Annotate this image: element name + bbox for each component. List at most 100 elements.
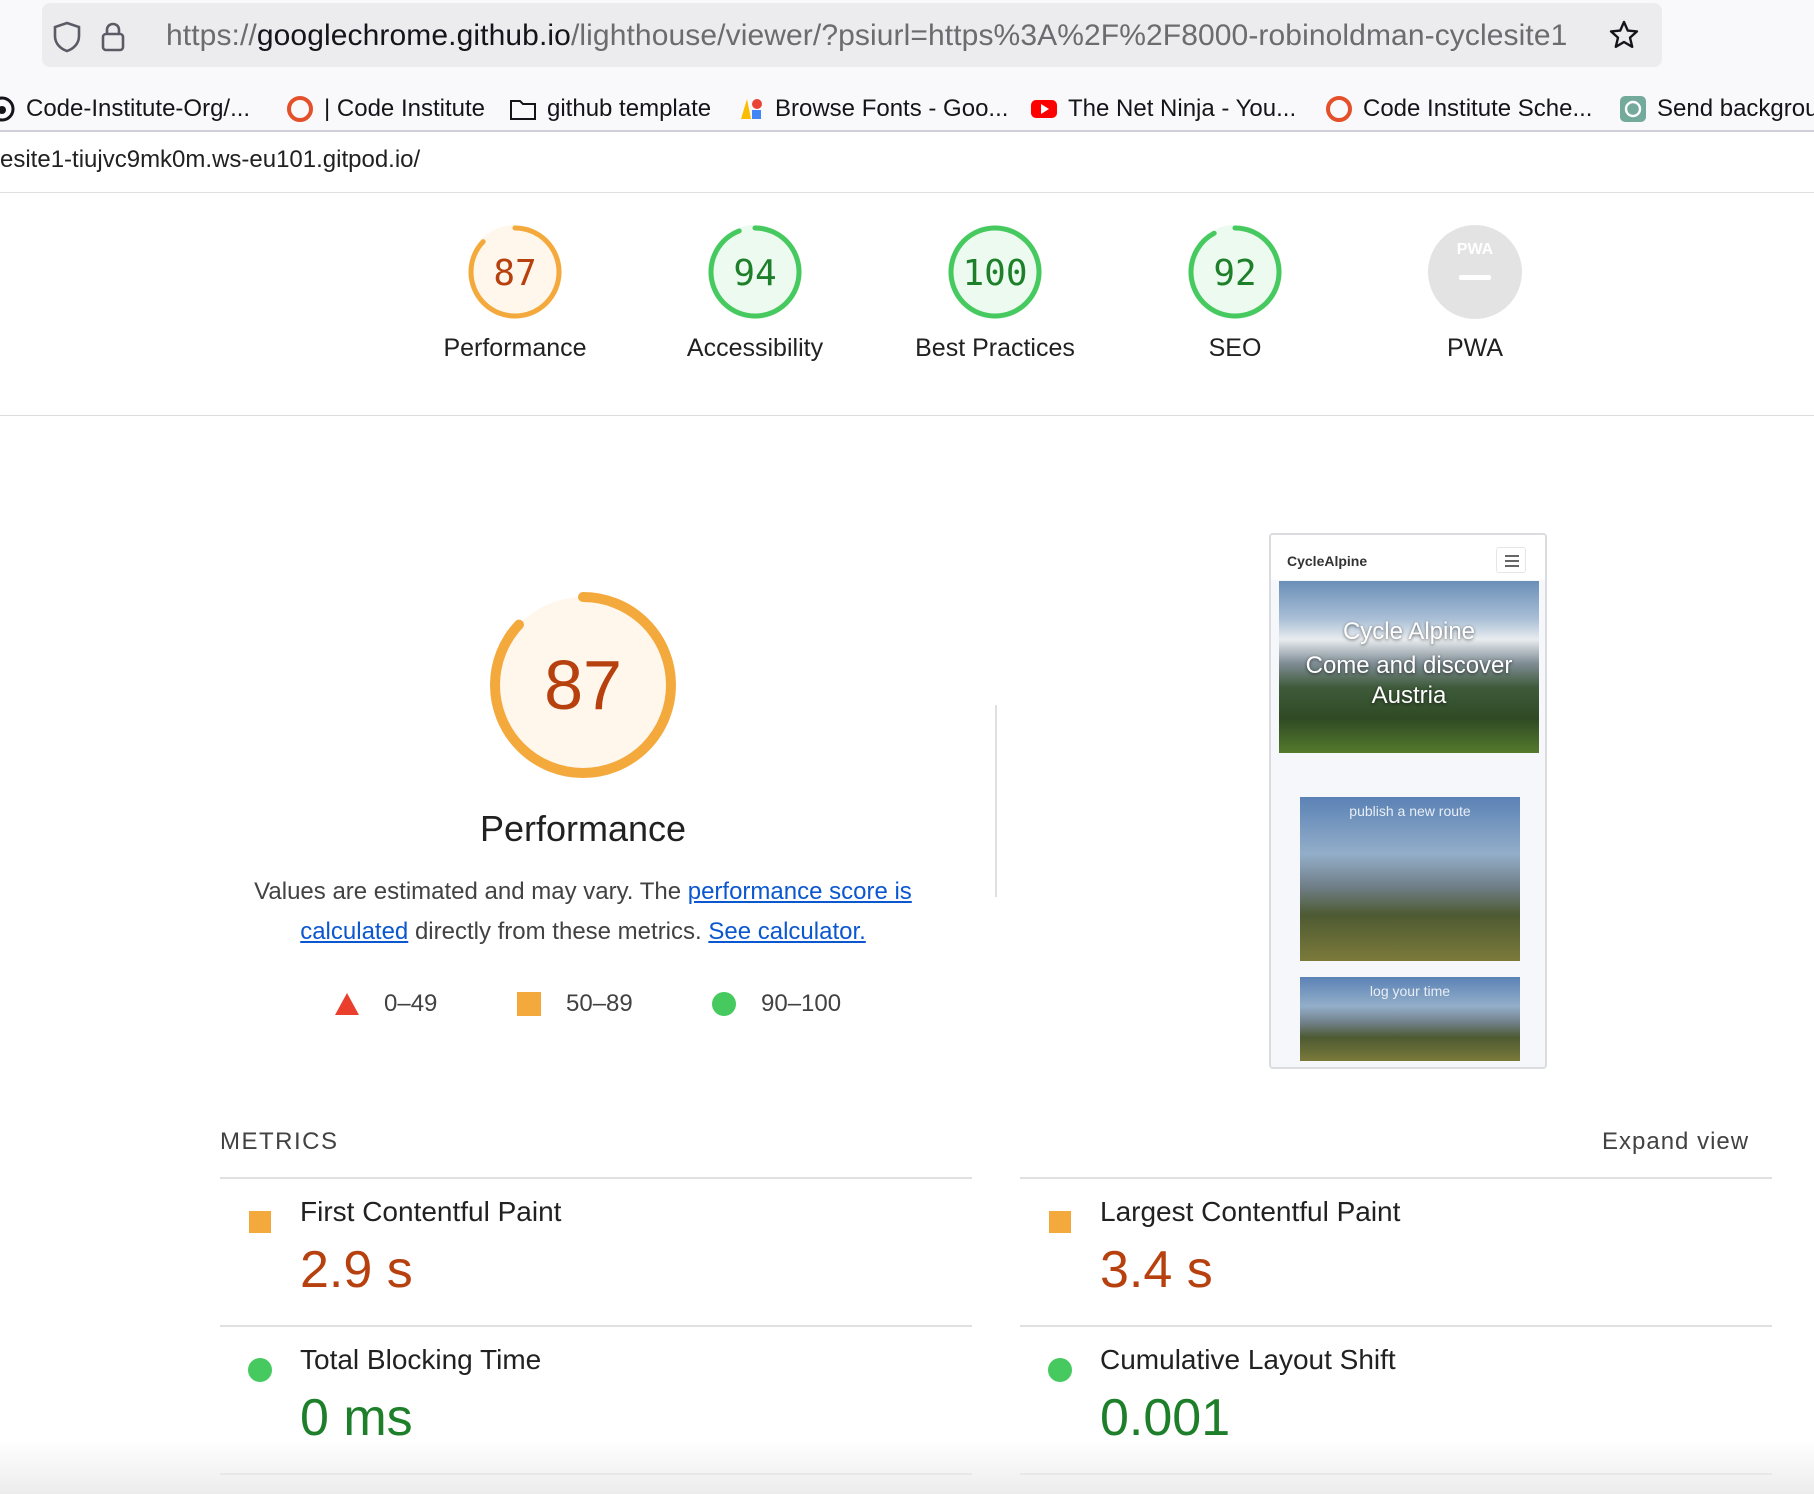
card-label: log your time: [1369, 983, 1451, 999]
bookmark-item[interactable]: | Code Institute: [286, 88, 485, 130]
gauge-label: SEO: [1208, 334, 1262, 362]
gauge-score: 100: [962, 253, 1027, 294]
bookmark-item[interactable]: Code-Institute-Org/...: [0, 88, 250, 130]
youtube-icon: [1031, 100, 1057, 118]
hero-subtitle: Austria: [1371, 682, 1447, 709]
screenshot-card: publish a new route: [1300, 797, 1520, 961]
gauge-score: 92: [1213, 253, 1256, 294]
gauge-best-practices[interactable]: 100 Best Practices: [875, 222, 1115, 363]
code-institute-icon: [287, 96, 313, 122]
section-divider: [995, 705, 997, 897]
square-icon: [249, 1211, 271, 1233]
gauge-label: PWA: [1446, 334, 1504, 362]
metric-indicator-shape: [1048, 1358, 1072, 1382]
metric-indicator-shape: [1049, 1211, 1071, 1233]
metric-divider: [220, 1177, 972, 1179]
legend-range: 90–100: [761, 990, 842, 1017]
final-screenshot[interactable]: CycleAlpine Cycle Alpine Come and discov…: [1269, 533, 1547, 1069]
openai-icon: [1620, 96, 1646, 122]
bookmark-label: | Code Institute: [324, 95, 485, 122]
metric-title: Total Blocking Time: [300, 1344, 542, 1375]
github-icon: [0, 96, 15, 122]
description-text: directly from these metrics.: [408, 918, 709, 945]
legend-average: 50–89: [516, 990, 633, 1018]
code-institute-icon: [1326, 96, 1352, 122]
screenshot-navbar: CycleAlpine: [1271, 535, 1545, 580]
bookmark-item[interactable]: The Net Ninja - You...: [1030, 88, 1296, 130]
legend-fail: 0–49: [334, 990, 437, 1018]
pwa-dash-icon: [1459, 275, 1491, 280]
bottom-fade: [0, 1440, 1814, 1494]
see-calculator-link[interactable]: See calculator.: [708, 918, 865, 945]
score-gauge-ring: PWA: [1428, 225, 1522, 319]
description-text: Values are estimated and may vary. The: [254, 878, 688, 905]
hamburger-menu-icon: [1496, 547, 1526, 573]
bookmark-label: Send backgrou: [1657, 95, 1814, 122]
report-url[interactable]: esite1-tiujvc9mk0m.ws-eu101.gitpod.io/: [0, 146, 420, 174]
metric-title: Cumulative Layout Shift: [1100, 1344, 1396, 1375]
gauge-label: Performance: [443, 334, 587, 362]
bookmark-label: github template: [547, 95, 712, 122]
lock-icon[interactable]: [100, 21, 126, 53]
bookmark-label: The Net Ninja - You...: [1068, 95, 1297, 122]
metric-title: Largest Contentful Paint: [1100, 1196, 1401, 1227]
triangle-icon: [335, 993, 359, 1015]
bookmark-item[interactable]: Browse Fonts - Goo...: [737, 88, 1008, 130]
performance-score: 87: [544, 646, 622, 724]
circle-icon: [712, 992, 736, 1016]
score-gauge-ring: 94: [708, 225, 802, 319]
pwa-badge-text: PWA: [1457, 241, 1494, 258]
browser-toolbar: https://googlechrome.github.io/lighthous…: [0, 0, 1814, 88]
gauge-pwa[interactable]: PWA PWA: [1355, 222, 1595, 363]
bookmark-item[interactable]: Code Institute Sche...: [1325, 88, 1592, 130]
gauge-score: 87: [493, 253, 536, 294]
toolbar-divider: [0, 130, 1814, 132]
hero-subtitle: Come and discover: [1305, 652, 1513, 679]
metric-divider: [1020, 1177, 1772, 1179]
bookmark-star-icon[interactable]: [1608, 19, 1640, 51]
square-icon: [517, 992, 541, 1016]
metrics-heading: METRICS: [220, 1128, 339, 1155]
metric-value: 0.001: [1100, 1389, 1231, 1447]
bookmarks-bar: Code-Institute-Org/... | Code Institute …: [0, 88, 1814, 130]
legend-range: 0–49: [384, 990, 438, 1017]
metric-divider: [1020, 1325, 1772, 1327]
gauge-label: Best Practices: [915, 334, 1075, 362]
screenshot-hero-image: Cycle Alpine Come and discover Austria: [1279, 581, 1539, 753]
gauge-accessibility[interactable]: 94 Accessibility: [635, 222, 875, 363]
topbar-divider: [0, 192, 1814, 193]
circle-icon: [1048, 1358, 1072, 1382]
bookmark-label: Browse Fonts - Goo...: [775, 95, 1009, 122]
gauge-seo[interactable]: 92 SEO: [1115, 222, 1355, 363]
circle-icon: [248, 1358, 272, 1382]
bookmark-item[interactable]: github template: [509, 88, 711, 130]
gauge-performance[interactable]: 87 Performance: [395, 222, 635, 363]
score-gauge-ring: 87: [468, 225, 562, 319]
metric-title: First Contentful Paint: [300, 1196, 562, 1227]
metric-value: 2.9 s: [300, 1241, 413, 1299]
metric-indicator-shape: [248, 1358, 272, 1382]
performance-gauge-large: 87: [490, 592, 676, 778]
bookmark-item[interactable]: Send backgrou: [1619, 88, 1814, 130]
gauges-divider: [0, 415, 1814, 416]
url-text[interactable]: https://googlechrome.github.io/lighthous…: [166, 19, 1566, 53]
metric-indicator-shape: [249, 1211, 271, 1233]
score-gauge-ring: 100: [948, 225, 1042, 319]
folder-icon: [510, 100, 536, 120]
performance-description: Values are estimated and may vary. The p…: [228, 872, 938, 952]
gauge-score: 94: [733, 253, 776, 294]
google-fonts-icon: [741, 99, 762, 119]
hero-title: Cycle Alpine: [1342, 618, 1476, 645]
expand-view-toggle[interactable]: Expand view: [1602, 1128, 1749, 1156]
bookmark-label: Code Institute Sche...: [1363, 95, 1593, 122]
square-icon: [1049, 1211, 1071, 1233]
gauge-label: Accessibility: [686, 334, 824, 362]
address-bar[interactable]: https://googlechrome.github.io/lighthous…: [42, 3, 1662, 67]
card-label: publish a new route: [1349, 803, 1471, 819]
performance-title: Performance: [479, 808, 687, 849]
screenshot-card: log your time: [1300, 977, 1520, 1061]
metric-divider: [220, 1325, 972, 1327]
screenshot-brand: CycleAlpine: [1287, 553, 1368, 569]
legend-pass: 90–100: [711, 990, 841, 1018]
shield-icon[interactable]: [52, 21, 82, 53]
